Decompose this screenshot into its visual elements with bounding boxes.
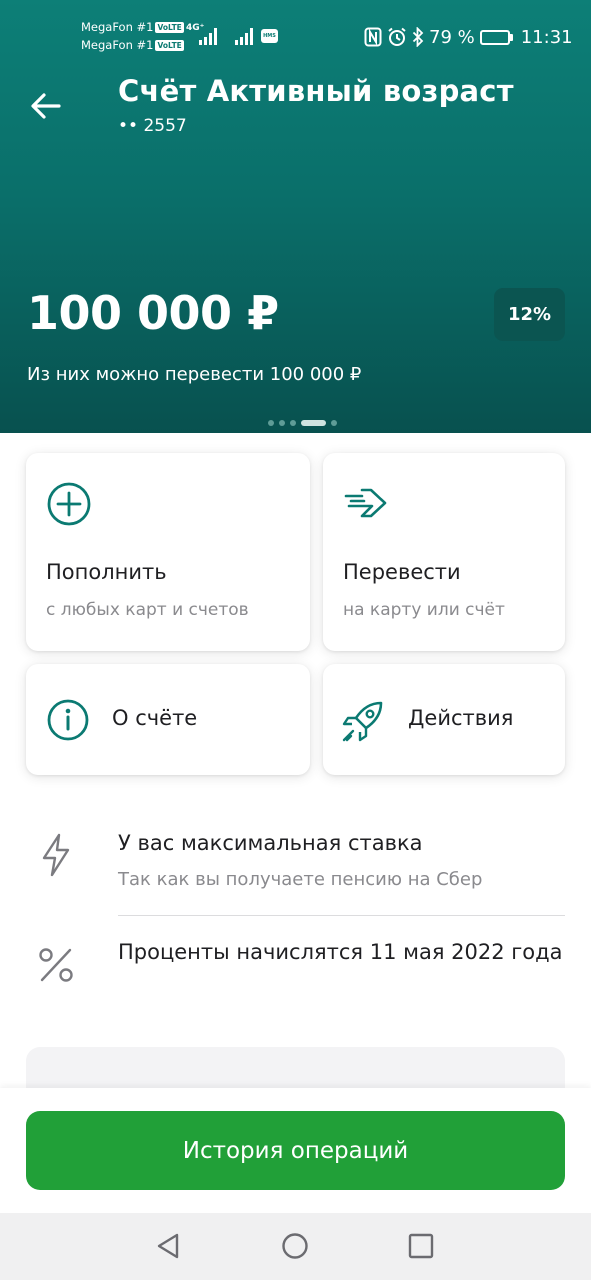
transfer-arrow-icon [344,488,387,518]
carrier-2-name: MegaFon #1 [81,38,154,52]
info-icon [47,699,89,741]
page-dot [331,420,337,426]
rocket-icon [342,701,383,742]
transfer-card[interactable]: Перевести на карту или счёт [323,453,565,651]
interest-date-text: Проценты начислятся 11 мая 2022 года [118,940,563,964]
clock: 11:31 [520,26,573,48]
max-rate-subtitle: Так как вы получаете пенсию на Сбер [118,869,483,890]
about-account-card[interactable]: О счёте [26,664,310,775]
volte-badge: VoLTE [155,40,184,51]
battery-percent: 79 % [429,26,475,48]
signal-icon [199,28,217,45]
carrier-2: MegaFon #1 VoLTE [81,38,184,52]
top-up-subtitle: с любых карт и счетов [46,600,249,620]
about-account-title: О счёте [112,706,198,730]
account-header: MegaFon #1 VoLTE MegaFon #1 VoLTE 4G⁺ HMS [0,0,591,433]
available-amount: Из них можно перевести 100 000 ₽ [27,364,362,385]
rate-badge[interactable]: 12% [494,288,565,341]
account-number: •• 2557 [118,116,187,136]
volte-badge: VoLTE [155,22,184,33]
carrier-1: MegaFon #1 VoLTE [81,20,184,34]
page-dot [279,420,285,426]
recents-square-icon[interactable] [407,1232,435,1260]
system-nav-bar [0,1213,591,1280]
actions-card[interactable]: Действия [323,664,565,775]
percent-icon [39,948,73,982]
bluetooth-icon [412,27,424,47]
top-up-title: Пополнить [46,560,167,584]
page-dot [290,420,296,426]
nfc-icon [364,27,382,47]
actions-title: Действия [408,706,514,730]
page-dot [268,420,274,426]
account-title: Счёт Активный возраст [118,74,514,108]
battery-icon [479,29,513,45]
status-bar: MegaFon #1 VoLTE MegaFon #1 VoLTE 4G⁺ HMS [0,18,591,58]
signal-icon [235,28,253,45]
transfer-title: Перевести [343,560,461,584]
divider [118,915,565,916]
home-circle-icon[interactable] [281,1232,309,1260]
hms-icon: HMS [261,29,278,43]
max-rate-title: У вас максимальная ставка [118,831,423,855]
alarm-icon [388,27,406,46]
back-triangle-icon[interactable] [155,1232,183,1260]
account-balance: 100 000 ₽ [27,286,279,340]
transfer-subtitle: на карту или счёт [343,600,505,620]
plus-circle-icon [47,482,91,526]
history-button[interactable]: История операций [26,1111,565,1190]
carrier-1-name: MegaFon #1 [81,20,154,34]
lightning-icon [42,833,70,877]
page-indicator [268,420,337,426]
top-up-card[interactable]: Пополнить с любых карт и счетов [26,453,310,651]
page-dot [301,420,326,426]
back-arrow-icon[interactable] [28,88,64,124]
